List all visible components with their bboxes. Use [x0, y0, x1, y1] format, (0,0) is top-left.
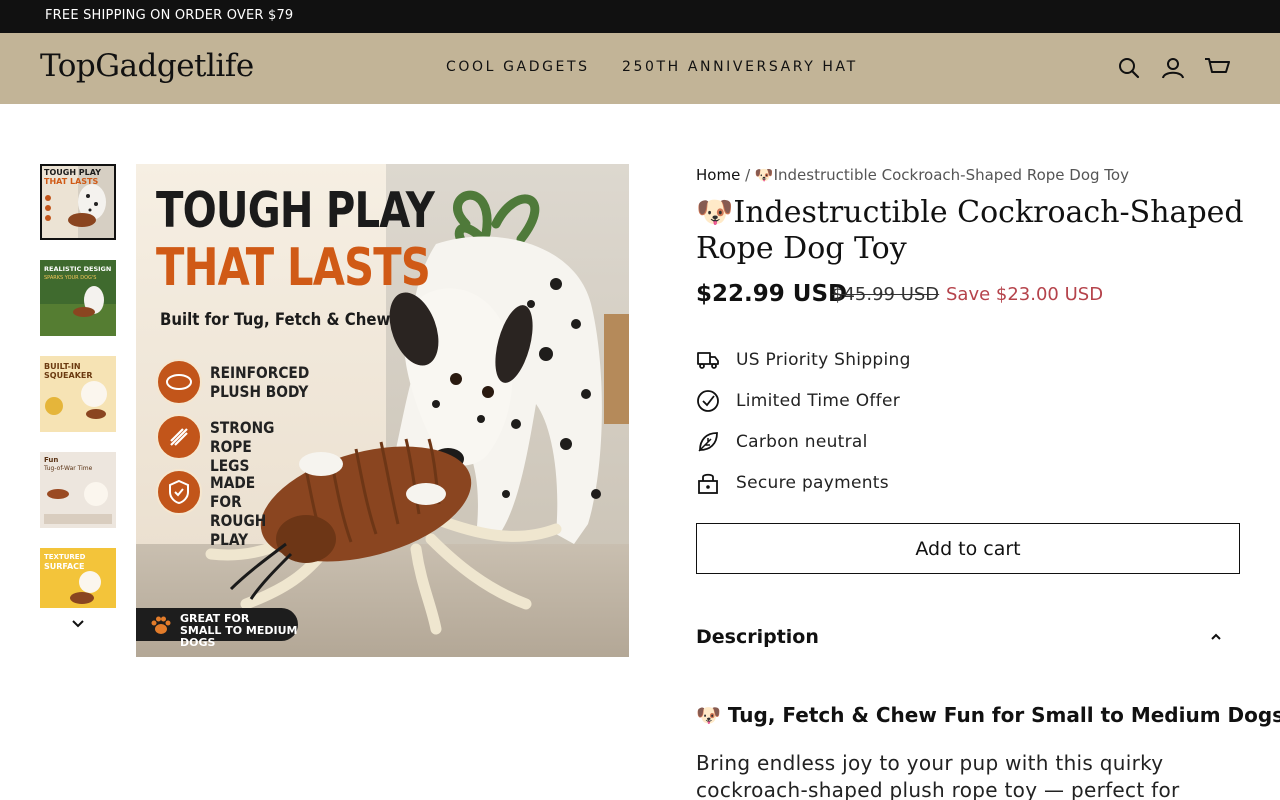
- announcement-text: FREE SHIPPING ON ORDER OVER $79: [45, 8, 294, 23]
- svg-text:TEXTURED: TEXTURED: [44, 553, 86, 561]
- bullet-shipping: US Priority Shipping: [696, 348, 1236, 374]
- account-icon[interactable]: [1158, 53, 1188, 83]
- breadcrumb-current: 🐶Indestructible Cockroach-Shaped Rope Do…: [754, 166, 1129, 184]
- thumbnail-4[interactable]: Fun Tug-of-War Time: [40, 452, 116, 528]
- savings-label: Save $23.00 USD: [946, 284, 1104, 305]
- thumbnail-1[interactable]: TOUGH PLAY THAT LASTS: [40, 164, 116, 240]
- description-text: Bring endless joy to your pup with this …: [696, 751, 1180, 800]
- announcement-bar: FREE SHIPPING ON ORDER OVER $79: [0, 0, 1280, 33]
- hero-headline-1: TOUGH PLAY: [156, 182, 435, 239]
- breadcrumb-home[interactable]: Home: [696, 166, 740, 184]
- truck-icon: [697, 352, 719, 369]
- breadcrumb: Home / 🐶Indestructible Cockroach-Shaped …: [696, 166, 1129, 184]
- paw-icon: [151, 616, 171, 634]
- lock-icon: [698, 473, 718, 494]
- thumbnail-3[interactable]: BUILT-IN SQUEAKER: [40, 356, 116, 432]
- search-icon[interactable]: [1114, 53, 1144, 83]
- thumbnail-2[interactable]: REALISTIC DESIGN SPARKS YOUR DOG'S: [40, 260, 116, 336]
- svg-text:Tug-of-War Time: Tug-of-War Time: [43, 465, 93, 472]
- compare-price: $45.99 USD: [832, 284, 940, 305]
- bullet-limited-offer: Limited Time Offer: [696, 389, 1236, 415]
- hero-badge: GREAT FOR SMALL TO MEDIUM DOGS: [136, 608, 298, 649]
- hero-headline-2: THAT LASTS: [156, 238, 431, 298]
- nav-cool-gadgets[interactable]: COOL GADGETS: [446, 59, 590, 75]
- svg-text:SPARKS YOUR DOG'S: SPARKS YOUR DOG'S: [44, 275, 96, 281]
- product-title: 🐶Indestructible Cockroach-Shaped Rope Do…: [696, 195, 1244, 266]
- rope-icon: [156, 414, 202, 460]
- hero-subtitle: Built for Tug, Fetch & Chew: [160, 310, 391, 330]
- sale-price: $22.99 USD: [696, 281, 848, 307]
- svg-text:TOUGH PLAY: TOUGH PLAY: [44, 168, 101, 177]
- svg-text:BUILT-IN: BUILT-IN: [44, 362, 81, 371]
- shield-icon: [156, 469, 202, 515]
- thumbnail-5[interactable]: TEXTURED SURFACE: [40, 548, 116, 608]
- thumbnail-scroll-down[interactable]: [66, 614, 90, 634]
- chevron-up-icon: [1211, 633, 1221, 640]
- description-toggle[interactable]: Description: [696, 622, 1240, 654]
- description-label: Description: [696, 626, 819, 648]
- site-header: TopGadgetlife COOL GADGETS 250TH ANNIVER…: [0, 33, 1280, 104]
- description-heading: 🐶 Tug, Fetch & Chew Fun for Small to Med…: [696, 703, 1280, 727]
- thumbnail-list: TOUGH PLAY THAT LASTS REALISTIC DESIGN S…: [40, 164, 116, 608]
- product-main-image[interactable]: TOUGH PLAY THAT LASTS Built for Tug, Fet…: [136, 164, 629, 657]
- site-logo[interactable]: TopGadgetlife: [40, 48, 254, 84]
- chevron-down-icon: [72, 620, 84, 628]
- svg-text:SQUEAKER: SQUEAKER: [44, 371, 93, 380]
- svg-text:SURFACE: SURFACE: [44, 562, 85, 571]
- plush-body-icon: [156, 359, 202, 405]
- leaf-icon: [698, 432, 718, 452]
- breadcrumb-separator: /: [745, 166, 751, 184]
- svg-text:Fun: Fun: [44, 456, 58, 464]
- check-circle-icon: [697, 390, 719, 412]
- bullet-secure-payments: Secure payments: [696, 471, 1236, 497]
- add-to-cart-button[interactable]: Add to cart: [696, 523, 1240, 574]
- nav-250th-anniversary-hat[interactable]: 250TH ANNIVERSARY HAT: [622, 59, 858, 75]
- svg-text:REALISTIC DESIGN: REALISTIC DESIGN: [44, 265, 111, 273]
- bullet-carbon-neutral: Carbon neutral: [696, 430, 1236, 456]
- cart-icon[interactable]: [1202, 53, 1232, 83]
